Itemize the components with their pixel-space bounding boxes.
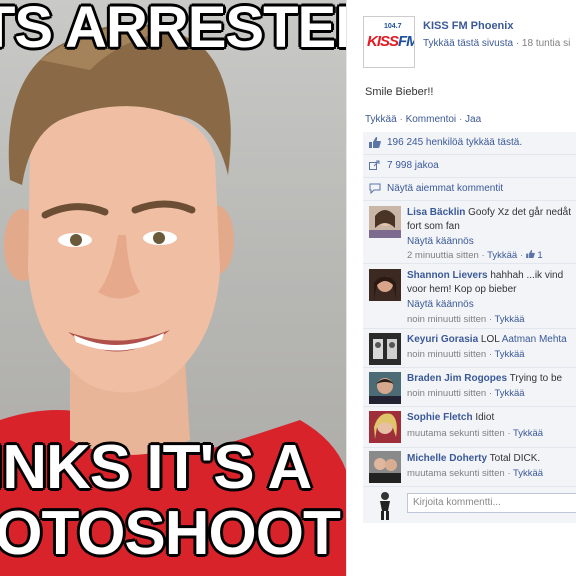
comment-likes-number: 1	[537, 250, 543, 261]
mention-link[interactable]: Aatman Mehta	[502, 334, 567, 345]
comment-item: Sophie Fletch Idiot muutama sekunti sitt…	[363, 407, 576, 448]
logo-brand-fm: FM	[398, 33, 414, 50]
comment-link[interactable]: Kommentoi	[406, 114, 457, 125]
likes-row: 196 245 henkilöä tykkää tästä.	[363, 132, 576, 155]
comment-meta: noin minuutti sitten · Tykkää	[407, 388, 525, 399]
comment-like-link[interactable]: Tykkää	[495, 388, 525, 399]
comment-body: Goofy Xz det går nedåt	[465, 207, 571, 218]
comment-meta: noin minuutti sitten · Tykkää	[407, 314, 525, 325]
comment-text: Braden Jim Rogopes Trying to be	[407, 372, 562, 386]
page-logo[interactable]: 104.7 KISSFM	[363, 16, 415, 68]
comment-like-link[interactable]: Tykkää	[513, 468, 543, 479]
commenter-name[interactable]: Lisa Bäcklin	[407, 207, 465, 218]
avatar[interactable]	[369, 269, 401, 301]
comment-item: Michelle Doherty Total DICK. muutama sek…	[363, 448, 576, 487]
comment-body: hahhah ...ik vind	[487, 270, 564, 281]
translate-link[interactable]: Näytä käännös	[407, 299, 474, 310]
commenter-name[interactable]: Sophie Fletch	[407, 412, 473, 423]
meme-bottom-text-line1: INKS IT'S A	[0, 433, 312, 502]
comment-text: Michelle Doherty Total DICK.	[407, 452, 540, 466]
comment-meta: muutama sekunti sitten · Tykkää	[407, 468, 544, 479]
comment-time: 2 minuuttia sitten	[407, 250, 479, 261]
thumbs-up-icon	[525, 250, 535, 258]
comment-meta: muutama sekunti sitten · Tykkää	[407, 428, 544, 439]
comment-body-line2: voor hem! Kop op bieber	[407, 284, 517, 295]
feedback-box: 196 245 henkilöä tykkää tästä. 7 998 jak…	[363, 132, 576, 523]
comment-body-line2: fort som fan	[407, 221, 460, 232]
shares-count-link[interactable]: 7 998 jakoa	[387, 160, 439, 171]
meme-photo: TS ARRESTED INKS IT'S A IOTOSHOOT	[0, 0, 346, 576]
commenter-name[interactable]: Shannon Lievers	[407, 270, 488, 281]
comment-like-link[interactable]: Tykkää	[487, 250, 517, 261]
facebook-post-panel: 104.7 KISSFM KISS FM Phoenix Tykkää täst…	[346, 0, 576, 576]
comment-likes-count[interactable]: 1	[525, 250, 543, 261]
meme-bottom-text-line2: IOTOSHOOT	[0, 499, 341, 568]
comment-body: Idiot	[472, 412, 495, 423]
avatar[interactable]	[369, 411, 401, 443]
comment-input-row: Kirjoita kommentti...	[363, 487, 576, 523]
commenter-name[interactable]: Braden Jim Rogopes	[407, 373, 507, 384]
likes-count-link[interactable]: 196 245 henkilöä tykkää tästä.	[387, 137, 522, 148]
avatar	[369, 489, 401, 521]
avatar[interactable]	[369, 333, 401, 365]
comment-time: noin minuutti sitten	[407, 314, 487, 325]
post-time: · 18 tuntia si	[513, 38, 571, 49]
comment-time: muutama sekunti sitten	[407, 468, 505, 479]
meme-top-text: TS ARRESTED	[0, 0, 346, 60]
view-previous-comments-link[interactable]: Näytä aiemmat kommentit	[387, 183, 503, 194]
post-text: Smile Bieber!!	[365, 86, 434, 98]
comment-like-link[interactable]: Tykkää	[495, 349, 525, 360]
view-previous-row[interactable]: Näytä aiemmat kommentit	[363, 178, 576, 201]
comment-text: Keyuri Gorasia LOL Aatman Mehta	[407, 333, 567, 347]
comment-body: LOL	[478, 334, 502, 345]
comment-input[interactable]: Kirjoita kommentti...	[407, 493, 576, 513]
comment-meta: noin minuutti sitten · Tykkää	[407, 349, 525, 360]
post-actions: Tykkää · Kommentoi · Jaa	[365, 114, 482, 125]
comment-text: Shannon Lievers hahhah ...ik vind voor he…	[407, 269, 563, 297]
thumbs-up-icon	[369, 137, 381, 148]
share-link[interactable]: Jaa	[465, 114, 481, 125]
commenter-name[interactable]: Keyuri Gorasia	[407, 334, 478, 345]
comment-item: Lisa Bäcklin Goofy Xz det går nedåt fort …	[363, 201, 576, 264]
comment-item: Keyuri Gorasia LOL Aatman Mehta noin min…	[363, 329, 576, 368]
page-name-link[interactable]: KISS FM Phoenix	[423, 20, 513, 32]
comment-body: Trying to be	[507, 373, 563, 384]
comment-time: noin minuutti sitten	[407, 388, 487, 399]
comment-like-link[interactable]: Tykkää	[495, 314, 525, 325]
comment-text: Sophie Fletch Idiot	[407, 411, 494, 425]
avatar[interactable]	[369, 206, 401, 238]
avatar[interactable]	[369, 451, 401, 483]
like-link[interactable]: Tykkää	[365, 114, 397, 125]
comment-item: Shannon Lievers hahhah ...ik vind voor he…	[363, 264, 576, 329]
shares-row: 7 998 jakoa	[363, 155, 576, 178]
like-page-link[interactable]: Tykkää tästä sivusta	[423, 38, 513, 49]
post-subline: Tykkää tästä sivusta · 18 tuntia si	[423, 38, 570, 49]
commenter-name[interactable]: Michelle Doherty	[407, 453, 487, 464]
translate-link[interactable]: Näytä käännös	[407, 236, 474, 247]
logo-frequency: 104.7	[384, 23, 402, 30]
comment-body: Total DICK.	[487, 453, 541, 464]
avatar[interactable]	[369, 372, 401, 404]
comment-bubble-icon	[369, 183, 381, 194]
comment-like-link[interactable]: Tykkää	[513, 428, 543, 439]
logo-brand-kiss: KISS	[367, 33, 399, 50]
comment-time: noin minuutti sitten	[407, 349, 487, 360]
comment-time: muutama sekunti sitten	[407, 428, 505, 439]
logo-brand: KISSFM	[367, 33, 414, 50]
comment-meta: 2 minuuttia sitten · Tykkää · 1	[407, 250, 543, 261]
comment-text: Lisa Bäcklin Goofy Xz det går nedåt fort …	[407, 206, 571, 234]
share-icon	[369, 160, 380, 170]
comment-item: Braden Jim Rogopes Trying to be noin min…	[363, 368, 576, 407]
